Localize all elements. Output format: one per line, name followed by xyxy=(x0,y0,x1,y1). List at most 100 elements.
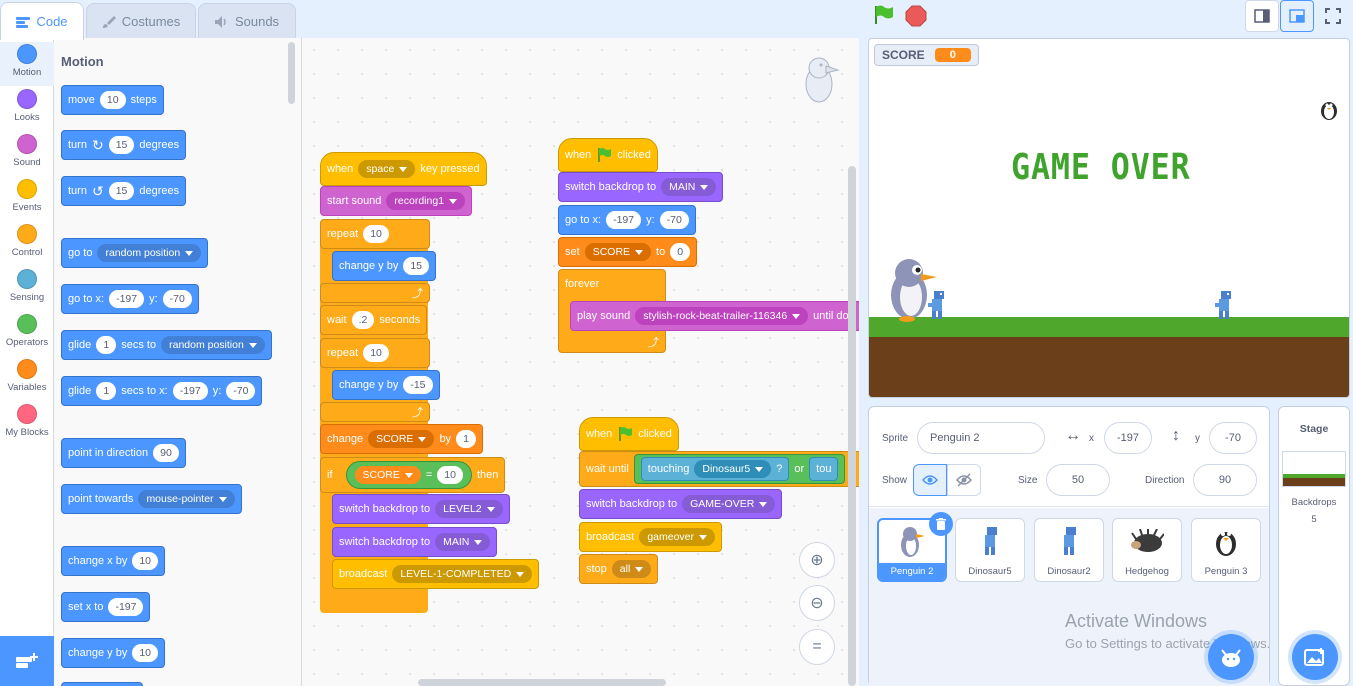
block-change-variable[interactable]: change SCORE by 1 xyxy=(320,424,484,454)
delete-sprite-button[interactable] xyxy=(929,512,953,536)
block-change-y[interactable]: change y by 15 xyxy=(332,251,437,281)
x-input[interactable]: -197 xyxy=(1104,422,1152,454)
small-stage-button[interactable] xyxy=(1245,0,1279,32)
penguin-sprite-small[interactable] xyxy=(1318,97,1340,121)
sprite-name-input[interactable]: Penguin 2 xyxy=(917,422,1045,454)
category-events[interactable]: Events xyxy=(0,177,54,221)
green-flag-button[interactable] xyxy=(873,5,895,30)
tab-code[interactable]: Code xyxy=(0,2,84,40)
block-input[interactable]: .2 xyxy=(351,311,375,329)
code-workspace[interactable]: when space key pressed start sound recordin… xyxy=(302,38,859,686)
category-variables[interactable]: Variables xyxy=(0,357,54,401)
sprite-dropdown[interactable]: Dinosaur5 xyxy=(694,460,772,478)
block-repeat[interactable]: repeat 10 xyxy=(320,219,430,249)
direction-input[interactable]: 90 xyxy=(1193,464,1257,496)
block-turn-right[interactable]: turn ↻ 15 degrees xyxy=(61,130,187,160)
block-input[interactable]: 15 xyxy=(403,257,430,275)
block-switch-backdrop[interactable]: switch backdrop to GAME-OVER xyxy=(579,489,783,519)
add-extension-button[interactable] xyxy=(0,636,54,686)
stage-canvas[interactable]: SCORE 0 GAME OVER xyxy=(868,38,1350,398)
block-input[interactable]: 1 xyxy=(456,430,477,448)
stop-button[interactable] xyxy=(905,5,927,32)
block-set-x[interactable]: set x to -197 xyxy=(61,592,151,622)
block-glide-to[interactable]: glide 1 secs to random position xyxy=(61,330,272,360)
sprite-tile-penguin-3[interactable]: Penguin 3 xyxy=(1191,518,1261,582)
sound-dropdown[interactable]: recording1 xyxy=(386,192,466,210)
block-wait-until[interactable]: wait until touching Dinosaur5? or tou xyxy=(579,451,859,487)
sound-dropdown[interactable]: stylish-rock-beat-trailer-116346 xyxy=(635,307,809,325)
block-when-flag-clicked[interactable]: when clicked xyxy=(579,417,679,451)
backdrop-dropdown[interactable]: LEVEL2 xyxy=(435,500,503,518)
sprite-tile-hedgehog[interactable]: Hedgehog xyxy=(1112,518,1182,582)
block-dropdown[interactable]: mouse-pointer xyxy=(138,490,235,508)
block-dropdown[interactable]: random position xyxy=(161,336,265,354)
backdrop-dropdown[interactable]: GAME-OVER xyxy=(682,495,776,513)
block-when-flag-clicked[interactable]: when clicked xyxy=(558,138,658,172)
palette-scrollbar[interactable] xyxy=(288,42,295,104)
block-input[interactable]: -197 xyxy=(109,290,145,308)
block-input[interactable]: -70 xyxy=(226,382,256,400)
add-backdrop-button[interactable] xyxy=(1292,634,1338,680)
category-motion[interactable]: Motion xyxy=(0,42,54,86)
block-input[interactable]: 0 xyxy=(670,243,691,261)
block-move[interactable]: move 10 steps xyxy=(61,85,164,115)
category-sensing[interactable]: Sensing xyxy=(0,267,54,311)
block-repeat[interactable]: repeat 10 xyxy=(320,338,430,368)
block-touching[interactable]: tou xyxy=(809,457,839,481)
block-switch-backdrop[interactable]: switch backdrop to MAIN xyxy=(558,172,724,202)
block-broadcast[interactable]: broadcast LEVEL-1-COMPLETED xyxy=(332,559,540,589)
y-input[interactable]: -70 xyxy=(1209,422,1257,454)
block-goto[interactable]: go to random position xyxy=(61,238,209,268)
workspace-vertical-scrollbar[interactable] xyxy=(848,166,856,686)
block-input[interactable]: -197 xyxy=(108,598,144,616)
show-hidden-button[interactable] xyxy=(947,464,981,496)
key-dropdown[interactable]: space xyxy=(358,160,416,178)
block-input[interactable]: 10 xyxy=(437,466,463,484)
block-point-towards[interactable]: point towards mouse-pointer xyxy=(61,484,242,514)
block-change-y[interactable]: change y by -15 xyxy=(332,370,440,400)
block-input[interactable]: 1 xyxy=(96,336,117,354)
block-input[interactable]: 10 xyxy=(363,344,389,362)
block-goto-xy[interactable]: go to x: -197 y: -70 xyxy=(558,205,696,235)
block-wait[interactable]: wait .2 seconds xyxy=(320,305,428,335)
zoom-in-button[interactable]: ⊕ xyxy=(799,542,835,578)
tab-costumes[interactable]: Costumes xyxy=(86,3,196,39)
zoom-out-button[interactable]: ⊖ xyxy=(799,585,835,621)
category-control[interactable]: Control xyxy=(0,222,54,266)
block-point-direction[interactable]: point in direction 90 xyxy=(61,438,186,468)
zoom-reset-button[interactable]: = xyxy=(799,629,835,665)
tab-sounds[interactable]: Sounds xyxy=(198,3,296,39)
sprite-tile-dinosaur5[interactable]: Dinosaur5 xyxy=(955,518,1025,582)
block-partial[interactable] xyxy=(61,682,143,686)
block-input[interactable]: 90 xyxy=(153,444,179,462)
score-reporter[interactable]: SCORE xyxy=(354,466,421,484)
category-my-blocks[interactable]: My Blocks xyxy=(0,402,54,446)
block-input[interactable]: 10 xyxy=(363,225,389,243)
workspace-horizontal-scrollbar[interactable] xyxy=(418,679,666,686)
block-input[interactable]: -70 xyxy=(659,211,689,229)
category-operators[interactable]: Operators xyxy=(0,312,54,356)
block-dropdown[interactable]: random position xyxy=(97,244,202,262)
block-input[interactable]: 10 xyxy=(99,91,126,109)
block-switch-backdrop[interactable]: switch backdrop to MAIN xyxy=(332,527,498,557)
message-dropdown[interactable]: gameover xyxy=(639,528,716,546)
sprite-tile-dinosaur2[interactable]: Dinosaur2 xyxy=(1034,518,1104,582)
block-input[interactable]: -70 xyxy=(162,290,192,308)
block-input[interactable]: -197 xyxy=(172,382,208,400)
variable-dropdown[interactable]: SCORE xyxy=(584,243,652,261)
show-visible-button[interactable] xyxy=(913,464,947,496)
sprite-tile-penguin-2[interactable]: Penguin 2 xyxy=(877,512,953,582)
dinosaur-sprite[interactable] xyxy=(1213,289,1235,321)
block-glide-xy[interactable]: glide 1 secs to x: -197 y: -70 xyxy=(61,376,263,406)
block-set-variable[interactable]: set SCORE to 0 xyxy=(558,237,698,267)
block-broadcast[interactable]: broadcast gameover xyxy=(579,522,723,552)
message-dropdown[interactable]: LEVEL-1-COMPLETED xyxy=(392,565,533,583)
block-input[interactable]: 1 xyxy=(96,382,117,400)
stop-dropdown[interactable]: all xyxy=(611,560,652,578)
block-input[interactable]: -15 xyxy=(403,376,433,394)
size-input[interactable]: 50 xyxy=(1046,464,1110,496)
block-input[interactable]: -197 xyxy=(606,211,642,229)
block-change-x[interactable]: change x by 10 xyxy=(61,546,166,576)
block-input[interactable]: 15 xyxy=(108,182,135,200)
block-switch-backdrop[interactable]: switch backdrop to LEVEL2 xyxy=(332,494,510,524)
